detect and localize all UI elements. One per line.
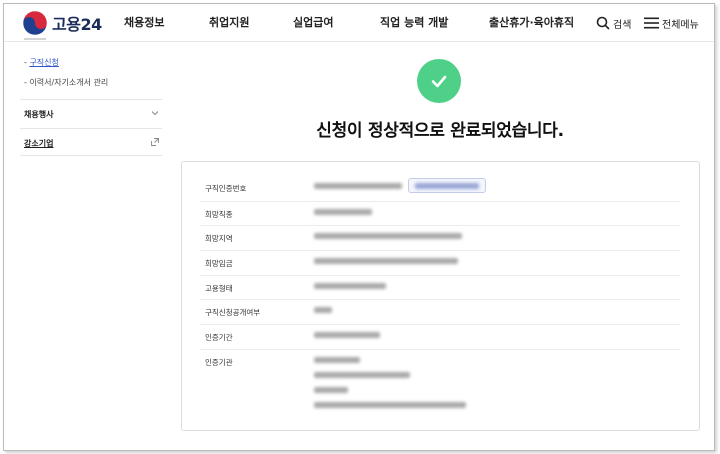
application-summary-card: 구직인증번호 희망직종 희망지역 희망임금 고용형태 구직신청공개여부 인증기간…: [181, 161, 700, 431]
nav-job-info[interactable]: 채용정보: [124, 4, 164, 42]
info-row-desired-region: 희망지역: [200, 226, 680, 251]
app-window: 고용24 채용정보 취업지원 실업급여 직업 능력 개발 출산휴가·육아휴직 검…: [3, 3, 715, 451]
info-row-label: 인증기간: [205, 333, 233, 342]
nav-employment-support[interactable]: 취업지원: [209, 4, 249, 42]
redacted-tag-button[interactable]: [408, 178, 486, 193]
redacted-value: [314, 233, 462, 239]
all-menu-label: 전체메뉴: [662, 19, 699, 31]
info-row-value: [314, 332, 380, 347]
info-row-label: 구직인증번호: [205, 184, 247, 193]
info-row-employment-type: 고용형태: [200, 276, 680, 300]
redacted-value: [314, 402, 466, 408]
redacted-value: [314, 357, 360, 363]
redacted-value: [314, 332, 380, 338]
home-logo[interactable]: 고용24: [22, 10, 102, 36]
info-row-value: [314, 233, 462, 248]
info-row-label: 희망임금: [205, 259, 233, 268]
info-row-value: [314, 209, 372, 224]
sidebar-item-label: 채용행사: [24, 110, 54, 119]
redacted-value: [314, 387, 348, 393]
hamburger-menu-icon: [644, 17, 659, 29]
nav-parental-leave[interactable]: 출산휴가·육아휴직: [489, 4, 574, 42]
sidebar-sub-item-resume[interactable]: - 이력서/자기소개서 관리: [24, 77, 108, 88]
logo-text: 고용24: [52, 15, 102, 34]
redacted-value: [314, 183, 402, 189]
redacted-value: [314, 258, 458, 264]
all-menu-button[interactable]: 전체메뉴: [644, 4, 699, 42]
info-row-value: [314, 357, 466, 417]
info-row-label: 구직신청공개여부: [205, 308, 261, 317]
search-button[interactable]: 검색: [596, 4, 631, 42]
info-row-value: [314, 258, 458, 273]
sidebar-item-job-fair[interactable]: 채용행사: [20, 99, 162, 127]
nav-vocational-training[interactable]: 직업 능력 개발: [380, 4, 448, 42]
check-icon: [431, 75, 447, 88]
redacted-value: [314, 307, 332, 313]
sidebar-item-label: 강소기업: [24, 139, 54, 148]
info-row-label: 희망지역: [205, 234, 233, 243]
taegeuk-emblem-icon: [22, 10, 48, 36]
external-link-icon: [151, 138, 159, 146]
info-row-label: 고용형태: [205, 284, 233, 293]
info-row-desired-occupation: 희망직종: [200, 202, 680, 226]
info-row-value: [314, 307, 332, 322]
search-label: 검색: [613, 19, 632, 31]
redacted-value: [314, 283, 386, 289]
redacted-value: [415, 183, 479, 189]
info-row-desired-wage: 희망임금: [200, 251, 680, 276]
info-row-value: [314, 183, 402, 198]
chevron-down-icon: [151, 111, 159, 116]
info-row-label: 인증기관: [205, 358, 233, 367]
resume-link[interactable]: 이력서/자기소개서 관리: [29, 78, 108, 87]
completion-title: 신청이 정상적으로 완료되었습니다.: [316, 121, 564, 141]
sidebar-item-small-giant-company[interactable]: 강소기업: [20, 128, 162, 156]
info-row-cert-agency: 인증기관: [200, 350, 680, 418]
info-row-value: [314, 283, 386, 298]
redacted-value: [314, 372, 410, 378]
clipped-menu-text: [24, 38, 46, 46]
info-row-cert-period: 인증기간: [200, 325, 680, 350]
left-sidebar: - 구직신청 - 이력서/자기소개서 관리 채용행사 강소기업: [20, 38, 162, 172]
info-row-label: 희망직종: [205, 210, 233, 219]
job-application-link[interactable]: 구직신청: [29, 58, 58, 67]
search-icon: [596, 16, 610, 30]
success-badge: [417, 59, 461, 103]
sidebar-sub-item-job-application[interactable]: - 구직신청: [24, 57, 59, 68]
redacted-value: [314, 209, 372, 215]
top-header: 고용24 채용정보 취업지원 실업급여 직업 능력 개발 출산휴가·육아휴직 검…: [4, 4, 714, 42]
info-row-public-disclosure: 구직신청공개여부: [200, 300, 680, 325]
nav-unemployment-benefit[interactable]: 실업급여: [293, 4, 333, 42]
info-row-cert-number: 구직인증번호: [200, 176, 680, 202]
